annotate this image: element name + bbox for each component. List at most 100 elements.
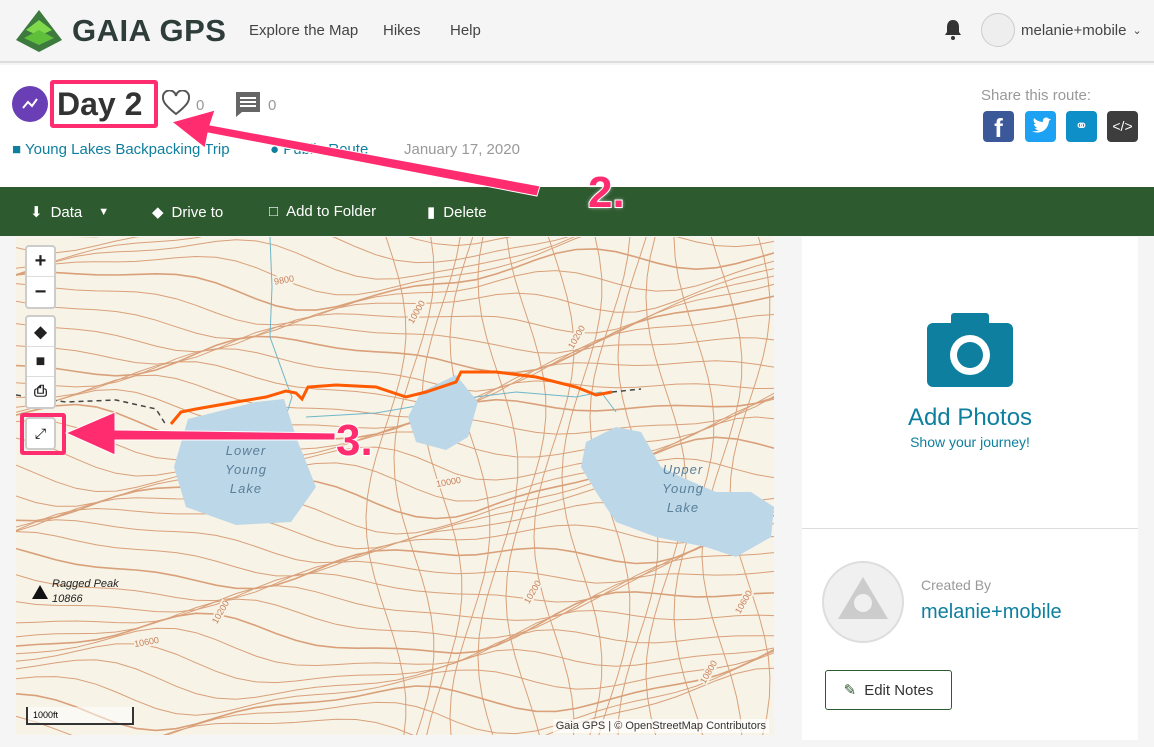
share-label: Share this route: <box>981 87 1092 104</box>
contour-line <box>16 396 774 444</box>
nav-hikes[interactable]: Hikes <box>383 22 421 39</box>
bell-icon[interactable] <box>943 19 963 41</box>
twitter-icon <box>1031 117 1051 133</box>
contour-line <box>16 570 774 639</box>
data-label: Data <box>50 203 83 221</box>
lake-label: Upper <box>662 462 704 477</box>
folder-name: Young Lakes Backpacking Trip <box>24 141 230 158</box>
zoom-controls: + − <box>25 245 56 309</box>
creator-avatar[interactable] <box>822 561 904 643</box>
visibility-label: Public Route <box>283 141 369 158</box>
contour-line <box>16 237 512 254</box>
delete-button[interactable]: ▮ Delete <box>427 203 487 222</box>
contour-line <box>16 629 774 684</box>
peak-label: Ragged Peak <box>52 578 119 590</box>
heart-icon[interactable] <box>162 90 190 116</box>
side-panel: Add Photos Show your journey! Created By… <box>802 237 1138 740</box>
highlight-box-fullscreen <box>20 413 66 455</box>
annotation-step-3: 3. <box>335 415 374 466</box>
map-tools: ◆ ■ ⎙ <box>25 315 56 409</box>
edit-notes-button[interactable]: ✎ Edit Notes <box>825 670 952 710</box>
print-icon: ⎙ <box>34 383 47 400</box>
link-icon: ⚭ <box>1074 118 1089 135</box>
contour-line <box>365 237 407 735</box>
print-button[interactable]: ⎙ <box>27 377 54 407</box>
user-menu[interactable]: melanie+mobile ⌄ <box>981 13 1142 47</box>
lake-label: Lake <box>666 500 700 515</box>
show-journey-text: Show your journey! <box>910 434 1030 450</box>
logo[interactable]: GAIA GPS <box>16 10 226 52</box>
contour-line <box>505 237 547 735</box>
route-type-icon <box>12 86 48 122</box>
like-count: 0 <box>196 97 205 114</box>
twitter-share-button[interactable] <box>1025 111 1056 142</box>
folder-outline-icon: □ <box>269 203 279 220</box>
folder-icon: ■ <box>12 141 22 158</box>
embed-button[interactable]: </> <box>1107 111 1138 142</box>
camera-icon <box>927 313 1013 387</box>
username: melanie+mobile <box>1021 21 1127 39</box>
highlight-box-title <box>50 80 158 128</box>
lake-label: Lake <box>229 481 263 496</box>
drive-label: Drive to <box>171 203 224 221</box>
facebook-share-button[interactable]: f <box>983 111 1014 143</box>
contour-line <box>16 609 774 667</box>
map-attribution: Gaia GPS | © OpenStreetMap Contributors <box>552 719 769 733</box>
folder-icon: ■ <box>35 352 46 370</box>
trash-icon: ▮ <box>427 204 436 221</box>
facebook-icon: f <box>994 113 1003 143</box>
nav-explore-map[interactable]: Explore the Map <box>249 22 358 39</box>
download-icon: ⬇ <box>30 204 43 221</box>
add-folder-label: Add to Folder <box>286 203 377 220</box>
creator-link[interactable]: melanie+mobile <box>921 601 1062 624</box>
copy-link-button[interactable]: ⚭ <box>1066 111 1097 142</box>
contour-line <box>533 237 575 735</box>
annotation-step-2: 2. <box>587 167 626 218</box>
comment-icon[interactable] <box>234 90 262 118</box>
contour-line <box>16 248 774 311</box>
route-header <box>0 65 1154 187</box>
globe-icon: ● <box>270 141 280 158</box>
contour-line <box>16 650 774 716</box>
route-date: January 17, 2020 <box>404 141 520 158</box>
code-icon: </> <box>1112 118 1133 134</box>
map-view[interactable]: Lower Young Lake Upper Young Lake Ragged Peak 1… <box>16 237 774 735</box>
created-by-label: Created By <box>921 577 992 593</box>
caret-down-icon: ▼ <box>98 206 110 218</box>
comment-count: 0 <box>268 97 277 114</box>
add-to-folder-button[interactable]: □ Add to Folder <box>269 203 376 220</box>
contour-line <box>16 380 774 429</box>
layers-icon: ◆ <box>34 323 47 341</box>
visibility-link[interactable]: ● Public Route <box>270 141 368 158</box>
lake-label: Young <box>662 481 704 496</box>
lake-label: Lower <box>225 443 267 458</box>
chevron-down-icon: ⌄ <box>1132 24 1142 37</box>
user-placeholder-icon <box>838 577 888 619</box>
edit-notes-label: Edit Notes <box>864 681 934 699</box>
drive-to-button[interactable]: ◆ Drive to <box>152 203 224 222</box>
nav-help[interactable]: Help <box>450 22 481 39</box>
lake-label: Young <box>225 462 267 477</box>
contour-line <box>16 360 774 418</box>
peak-icon <box>32 585 48 599</box>
gaia-logo-icon <box>16 10 62 52</box>
data-dropdown-button[interactable]: ⬇ Data ▼ <box>30 203 110 222</box>
add-photos-section[interactable]: Add Photos Show your journey! <box>802 237 1138 529</box>
top-nav: GAIA GPS Explore the Map Hikes Help mela… <box>0 0 1154 63</box>
brand-name: GAIA GPS <box>72 13 227 48</box>
directions-icon: ◆ <box>152 204 164 221</box>
zoom-out-button[interactable]: − <box>27 277 54 307</box>
pencil-icon: ✎ <box>843 682 857 699</box>
layers-button[interactable]: ◆ <box>27 317 54 347</box>
toolbar: ⬇ Data ▼ ◆ Drive to □ Add to Folder ▮ Delete <box>0 187 1154 236</box>
avatar <box>981 13 1015 47</box>
contour-line <box>16 647 774 700</box>
map-scale: 1000ft <box>26 707 134 725</box>
contour-line <box>16 295 774 377</box>
peak-elevation: 10866 <box>52 593 83 605</box>
folder-link[interactable]: ■ Young Lakes Backpacking Trip <box>12 141 230 158</box>
add-photos-link[interactable]: Add Photos <box>802 404 1138 432</box>
folder-button[interactable]: ■ <box>27 347 54 377</box>
contour-line <box>449 237 491 735</box>
zoom-in-button[interactable]: + <box>27 247 54 277</box>
